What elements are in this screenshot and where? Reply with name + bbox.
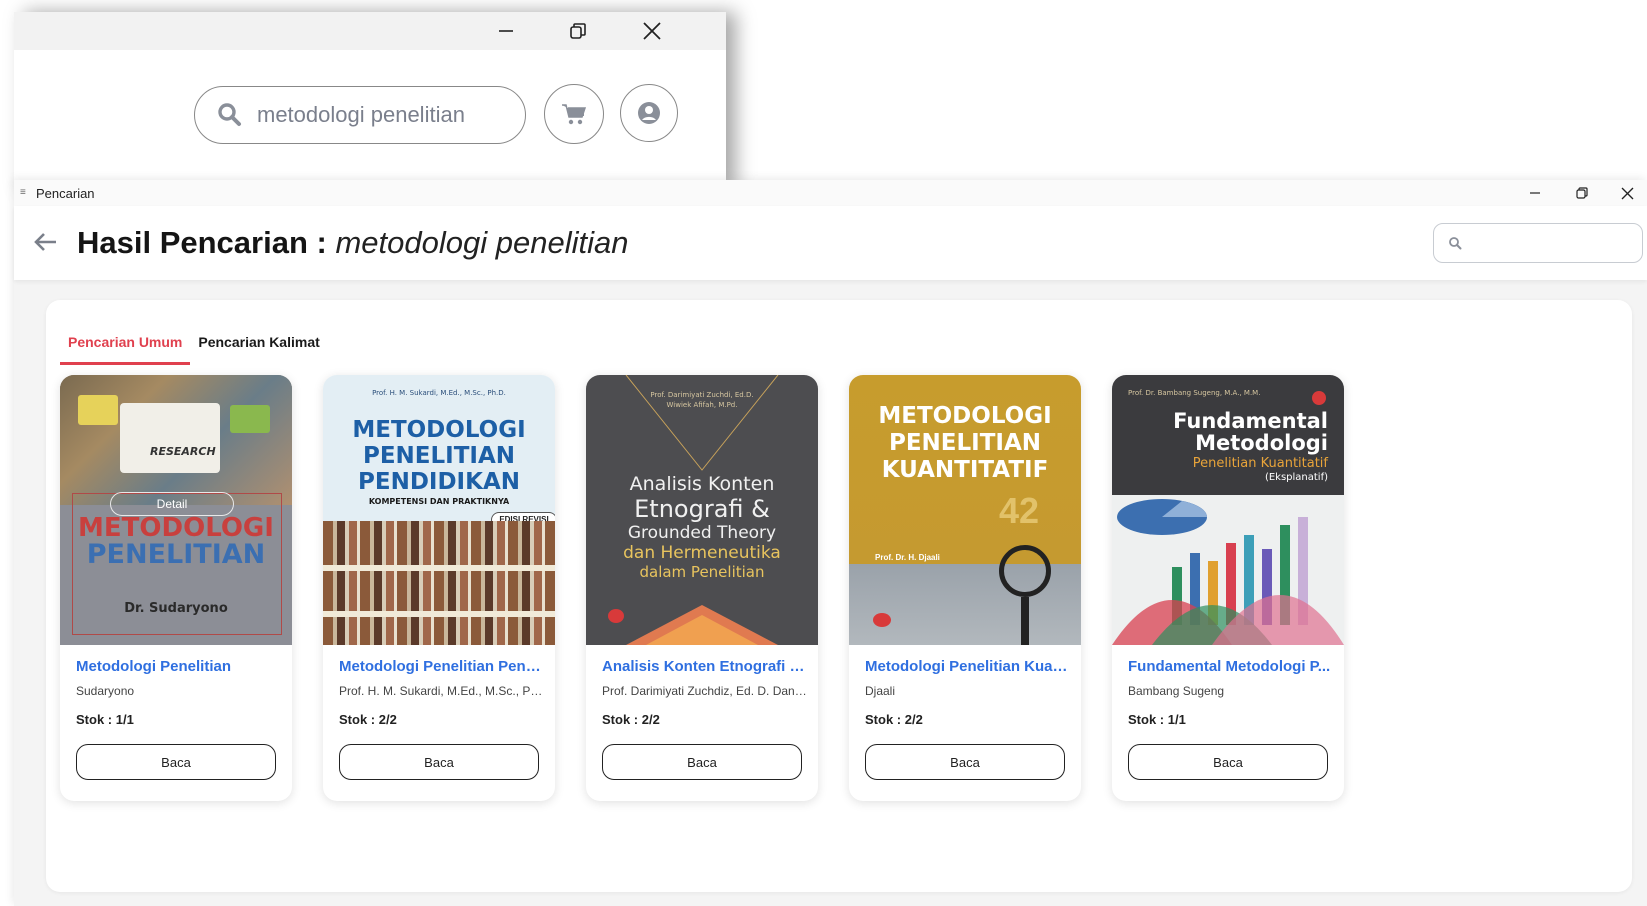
book-stock: Stok : 2/2 (865, 712, 923, 727)
cover-note: RESEARCH (150, 445, 216, 458)
background-window-titlebar (14, 12, 726, 50)
cover-author: Prof. Dr. Bambang Sugeng, M.A., M.M. (1128, 389, 1261, 397)
restore-button[interactable] (548, 12, 608, 50)
publisher-logo (873, 613, 891, 627)
search-results-window: ≡ Pencarian Hasil Pencarian : metodologi… (14, 180, 1647, 906)
book-card[interactable]: Prof. Dr. Bambang Sugeng, M.A., M.M. Fun… (1112, 375, 1344, 801)
book-stock: Stok : 1/1 (1128, 712, 1186, 727)
book-author: Sudaryono (76, 684, 135, 698)
window-titlebar: ≡ Pencarian (14, 180, 1647, 206)
publisher-logo (1312, 391, 1326, 405)
book-cover[interactable]: Prof. Darimiyati Zuchdi, Ed.D. Wiwiek Af… (586, 375, 818, 645)
close-icon (1621, 187, 1633, 199)
minimize-button[interactable] (1512, 180, 1558, 206)
cover-title-line2: Metodologi (1195, 431, 1328, 455)
book-stock: Stok : 2/2 (602, 712, 660, 727)
cover-title-line1: Fundamental (1173, 409, 1328, 433)
book-stock: Stok : 2/2 (339, 712, 397, 727)
restore-icon (1576, 187, 1588, 199)
book-author: Prof. H. M. Sukardi, M.Ed., M.Sc., Ph.D. (339, 684, 544, 698)
cover-author: Dr. Sudaryono (124, 601, 228, 616)
cover-chart-art (1112, 499, 1344, 645)
cover-subtitle: KOMPETENSI DAN PRAKTIKNYA (368, 497, 510, 506)
book-title[interactable]: Analisis Konten Etnografi & ... (602, 658, 807, 675)
book-cover[interactable]: RESEARCH Detail METODOLOGI PENELITIAN Dr… (60, 375, 292, 645)
cover-title-line1: Analisis Konten (629, 473, 775, 495)
search-value: metodologi penelitian (257, 102, 465, 127)
cart-icon (562, 104, 587, 125)
book-title[interactable]: Fundamental Metodologi P... (1128, 658, 1333, 675)
cover-number-art: 42 (999, 490, 1040, 531)
cover-title-line2: Etnografi & (634, 495, 770, 523)
window-title: Pencarian (36, 185, 95, 201)
minimize-icon (1530, 192, 1540, 194)
read-button[interactable]: Baca (76, 744, 276, 780)
cover-title-line2: PENELITIAN (86, 539, 266, 570)
cover-title-line2: PENELITIAN (888, 430, 1042, 456)
book-card[interactable]: Prof. Darimiyati Zuchdi, Ed.D. Wiwiek Af… (586, 375, 818, 801)
background-window: metodologi penelitian (14, 12, 726, 190)
results-panel: Pencarian Umum Pencarian Kalimat RESEARC… (46, 300, 1632, 892)
user-icon (638, 102, 660, 124)
cover-title-line3: KUANTITATIF (881, 457, 1049, 483)
magnifier-handle-art (1021, 597, 1029, 645)
read-button[interactable]: Baca (602, 744, 802, 780)
tab-pencarian-kalimat[interactable]: Pencarian Kalimat (190, 326, 327, 362)
cover-author: Prof. Darimiyati Zuchdi, Ed.D. (650, 391, 754, 399)
cover-title-line3: Penelitian Kuantitatif (1192, 456, 1328, 471)
book-stock: Stok : 1/1 (76, 712, 134, 727)
cover-title-line3: PENDIDIKAN (358, 469, 520, 495)
page-header: Hasil Pencarian : metodologi penelitian (14, 206, 1647, 280)
cover-title-line3: Grounded Theory (627, 523, 777, 543)
minimize-icon (499, 30, 513, 32)
read-button[interactable]: Baca (1128, 744, 1328, 780)
close-button[interactable] (1604, 180, 1647, 206)
book-title[interactable]: Metodologi Penelitian (76, 658, 281, 675)
book-cover[interactable]: METODOLOGI PENELITIAN KUANTITATIF 42 Pro… (849, 375, 1081, 645)
cover-author: Prof. H. M. Sukardi, M.Ed., M.Sc., Ph.D. (372, 389, 506, 397)
read-button[interactable]: Baca (339, 744, 539, 780)
book-cover[interactable]: Prof. Dr. Bambang Sugeng, M.A., M.M. Fun… (1112, 375, 1344, 645)
publisher-logo (608, 609, 624, 623)
cover-author: Prof. Dr. H. Djaali (875, 553, 940, 562)
header-search-input[interactable] (1433, 223, 1643, 263)
app-icon: ≡ (20, 187, 26, 198)
cover-title-line1: METODOLOGI (352, 417, 526, 443)
book-cover[interactable]: Prof. H. M. Sukardi, M.Ed., M.Sc., Ph.D.… (323, 375, 555, 645)
book-card[interactable]: Prof. H. M. Sukardi, M.Ed., M.Sc., Ph.D.… (323, 375, 555, 801)
book-author: Bambang Sugeng (1128, 684, 1225, 698)
book-card[interactable]: METODOLOGI PENELITIAN KUANTITATIF 42 Pro… (849, 375, 1081, 801)
cover-title-line1: METODOLOGI (878, 403, 1052, 429)
cover-title-line4: (Eksplanatif) (1264, 472, 1328, 483)
cart-button[interactable] (544, 84, 604, 144)
search-input[interactable]: metodologi penelitian (194, 86, 526, 144)
page-title: Hasil Pencarian : metodologi penelitian (77, 225, 628, 261)
book-list: RESEARCH Detail METODOLOGI PENELITIAN Dr… (60, 375, 1344, 801)
result-tabs: Pencarian Umum Pencarian Kalimat (60, 326, 328, 365)
cover-title-line2: PENELITIAN (362, 443, 516, 469)
cover-title-line4: dan Hermeneutika (623, 543, 781, 563)
book-author: Prof. Darimiyati Zuchdiz, Ed. D. Dan ... (602, 684, 807, 698)
search-icon (1449, 237, 1462, 250)
page-title-query: metodologi penelitian (335, 225, 629, 260)
book-card[interactable]: RESEARCH Detail METODOLOGI PENELITIAN Dr… (60, 375, 292, 801)
cover-coauthor: Wiwiek Afifah, M.Pd. (666, 401, 738, 409)
read-button[interactable]: Baca (865, 744, 1065, 780)
restore-button[interactable] (1559, 180, 1605, 206)
page-title-label: Hasil Pencarian : (77, 225, 327, 260)
close-button[interactable] (622, 12, 682, 50)
book-title[interactable]: Metodologi Penelitian Pend... (339, 658, 544, 675)
tab-pencarian-umum[interactable]: Pencarian Umum (60, 326, 191, 365)
restore-icon (570, 23, 586, 39)
book-title[interactable]: Metodologi Penelitian Kuan... (865, 658, 1070, 675)
magnifier-art (999, 545, 1051, 597)
minimize-button[interactable] (476, 12, 536, 50)
user-button[interactable] (620, 84, 678, 142)
search-icon (218, 103, 241, 126)
close-icon (643, 22, 661, 40)
back-arrow-icon[interactable] (32, 228, 60, 256)
cover-title-line5: dalam Penelitian (639, 563, 765, 581)
book-author: Djaali (865, 684, 896, 698)
